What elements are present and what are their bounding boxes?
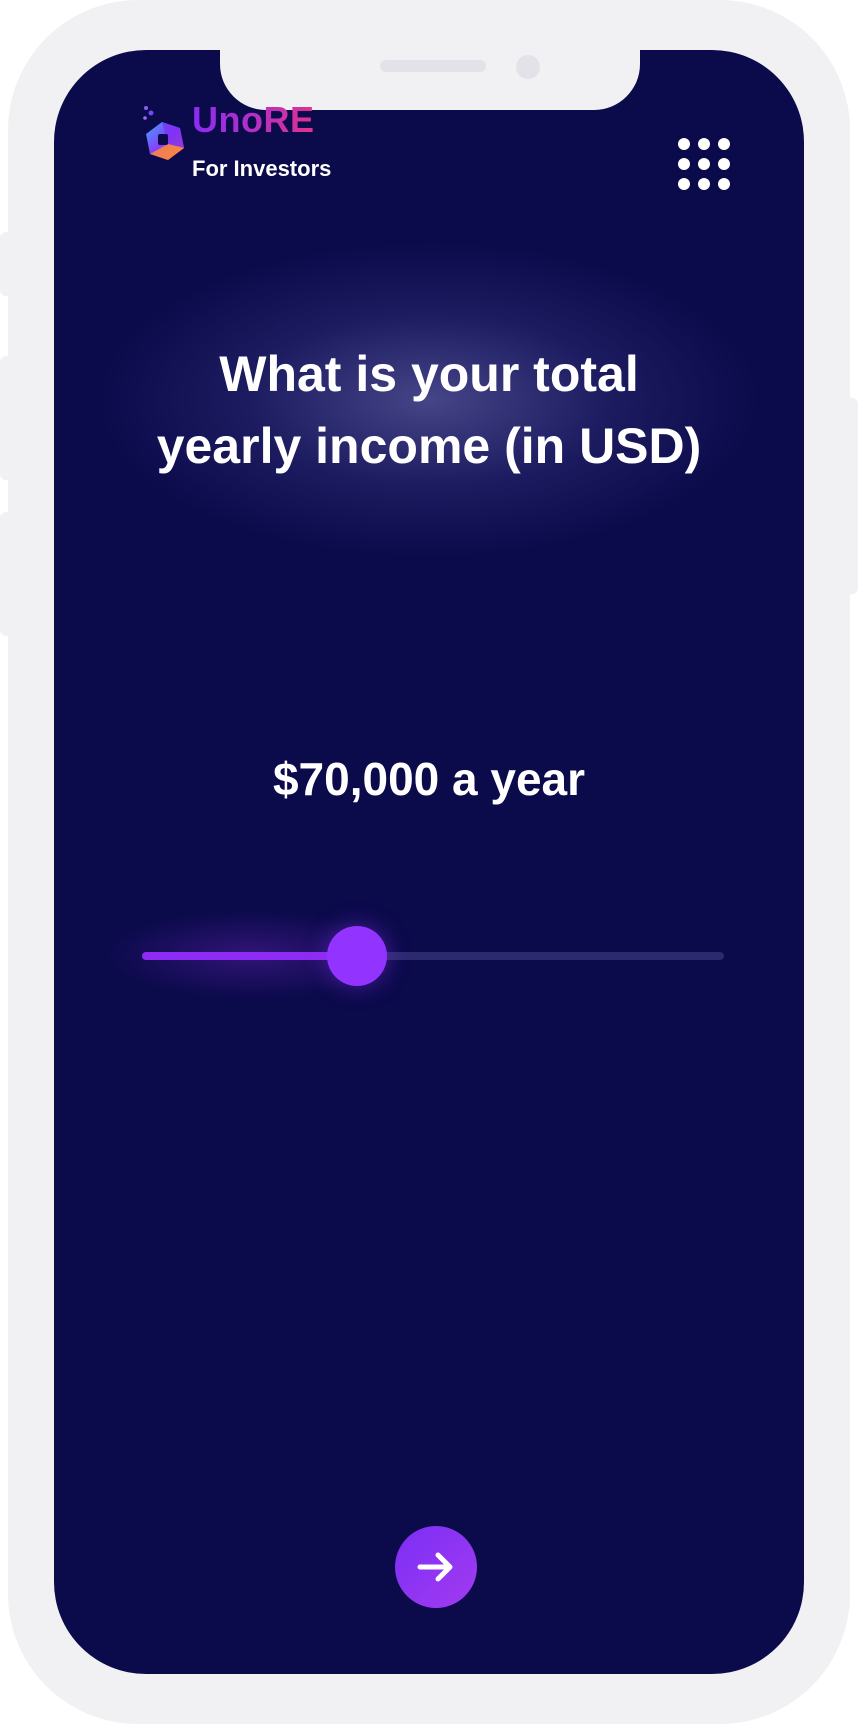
- brand-logo[interactable]: UnoRE For Investors: [140, 99, 380, 194]
- next-button[interactable]: [395, 1526, 477, 1608]
- volume-down-button: [0, 512, 14, 636]
- brand-name: UnoRE: [192, 99, 315, 140]
- menu-dot: [698, 158, 710, 170]
- menu-dot: [718, 138, 730, 150]
- volume-up-button: [0, 356, 14, 480]
- menu-dot: [678, 178, 690, 190]
- unore-logo-icon: [143, 106, 184, 160]
- arrow-right-icon: [417, 1552, 453, 1582]
- income-value-label: $70,000 a year: [272, 753, 586, 805]
- income-slider[interactable]: [102, 910, 724, 1000]
- screen: UnoRE For Investors What is your total y…: [54, 50, 804, 1674]
- slider-fill: [142, 952, 357, 960]
- speaker-grille: [380, 60, 486, 72]
- menu-dot: [698, 138, 710, 150]
- menu-dot: [718, 158, 730, 170]
- menu-dot: [718, 178, 730, 190]
- menu-dot: [678, 158, 690, 170]
- menu-dot: [678, 138, 690, 150]
- front-camera: [516, 55, 540, 79]
- brand-subtitle: For Investors: [192, 156, 332, 181]
- grid-menu-icon[interactable]: [678, 138, 732, 192]
- question-line-1: What is your total: [219, 346, 639, 402]
- power-button: [844, 398, 858, 594]
- menu-dot: [698, 178, 710, 190]
- question-line-2: yearly income (in USD): [156, 418, 702, 474]
- slider-thumb[interactable]: [327, 926, 387, 986]
- mute-switch: [0, 232, 14, 296]
- question-title: What is your total yearly income (in USD…: [84, 338, 774, 482]
